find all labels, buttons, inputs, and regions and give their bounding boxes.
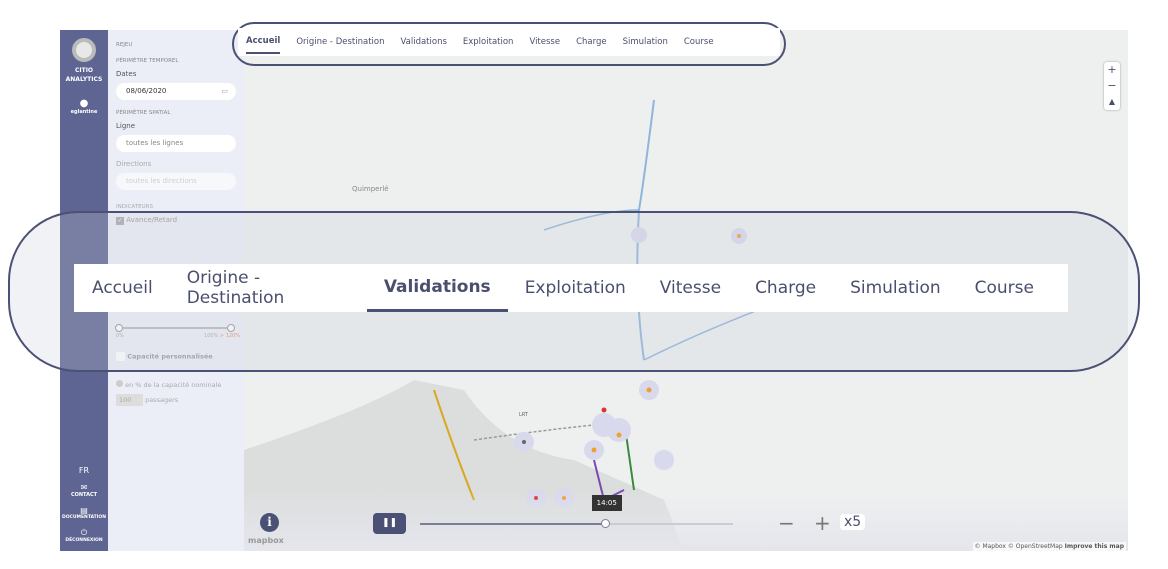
passengers-label: passagers — [145, 396, 179, 404]
logout-label: DÉCONNEXION — [65, 538, 103, 543]
tab-simulation[interactable]: Simulation — [623, 31, 668, 53]
date-input[interactable]: 08/06/2020 ▭ — [116, 83, 236, 100]
username[interactable]: eglantine — [60, 109, 108, 115]
mapbox-logo[interactable]: mapbox — [248, 536, 284, 545]
tab-validations[interactable]: Validations — [366, 264, 508, 312]
speed-up-button[interactable]: + — [814, 511, 831, 535]
percent-radio[interactable]: en % de la capacité nominale — [116, 380, 221, 389]
speed-down-button[interactable]: − — [778, 511, 795, 535]
speed-value: x5 — [840, 514, 866, 530]
passengers-input[interactable]: 100 — [116, 394, 143, 406]
tab-exploitation[interactable]: Exploitation — [525, 264, 626, 312]
time-slider[interactable]: 14:05 — [420, 495, 733, 528]
map-attribution: © Mapbox © OpenStreetMap Improve this ma… — [972, 542, 1126, 551]
power-icon: ⏻ — [80, 528, 88, 537]
time-slider-handle[interactable] — [600, 519, 610, 528]
tab-origine-destination[interactable]: Origine - Destination — [296, 31, 384, 53]
tab-simulation[interactable]: Simulation — [850, 264, 941, 312]
tab-validations[interactable]: Validations — [400, 31, 446, 53]
tab-accueil[interactable]: Accueil — [246, 30, 281, 54]
line-select[interactable]: toutes les lignes — [116, 135, 236, 152]
section-time: PÉRIMÈTRE TEMPOREL — [116, 58, 179, 64]
brand-line1: CITIO — [74, 67, 94, 74]
compass-icon[interactable]: ▲ — [1104, 94, 1120, 110]
map-nav-control: + − ▲ — [1104, 62, 1120, 110]
attribution-text[interactable]: © Mapbox © OpenStreetMap — [975, 543, 1063, 550]
pause-button[interactable]: ❚❚ — [373, 513, 406, 534]
zoom-in-button[interactable]: + — [1104, 62, 1120, 78]
dates-label: Dates — [116, 70, 137, 78]
zoom-out-button[interactable]: − — [1104, 78, 1120, 94]
language-switch[interactable]: FR — [60, 466, 108, 475]
time-slider-fill — [420, 523, 605, 525]
brand-line2: ANALYTICS — [65, 76, 103, 83]
contact-link[interactable]: ✉ CONTACT — [60, 483, 108, 498]
logout-link[interactable]: ⏻ DÉCONNEXION — [60, 528, 108, 543]
tab-vitesse[interactable]: Vitesse — [529, 31, 560, 53]
tab-bar-magnified: Accueil Origine - Destination Validations E… — [74, 264, 1068, 312]
place-label-quimperle: Quimperlé — [352, 185, 389, 193]
section-indicators: INDICATEURS — [116, 204, 153, 210]
directions-select[interactable]: toutes les directions — [116, 173, 236, 190]
tab-origine-destination[interactable]: Origine - Destination — [187, 264, 350, 312]
tab-course[interactable]: Course — [684, 31, 714, 53]
mail-icon: ✉ — [80, 483, 88, 492]
tab-accueil[interactable]: Accueil — [92, 264, 153, 312]
contact-label: CONTACT — [70, 492, 98, 498]
time-tooltip: 14:05 — [591, 495, 622, 511]
line-label: Ligne — [116, 122, 136, 130]
tab-exploitation[interactable]: Exploitation — [463, 31, 514, 53]
directions-label: Directions — [116, 160, 152, 168]
calendar-icon[interactable]: ▭ — [221, 87, 228, 95]
replay-bar: i mapbox ❚❚ 14:05 − + x5 © Mapbox © Open… — [244, 491, 1128, 551]
user-icon[interactable]: ● — [60, 98, 108, 109]
documentation-label: DOCUMENTATION — [61, 515, 107, 520]
book-icon: ▤ — [80, 506, 88, 515]
tab-vitesse[interactable]: Vitesse — [660, 264, 721, 312]
documentation-link[interactable]: ▤ DOCUMENTATION — [60, 506, 108, 520]
date-value: 08/06/2020 — [126, 87, 167, 95]
tab-bar: Accueil Origine - Destination Validations E… — [238, 28, 780, 56]
tab-charge[interactable]: Charge — [755, 264, 816, 312]
tab-charge[interactable]: Charge — [576, 31, 607, 53]
brand-name: CITIO ANALYTICS — [60, 66, 108, 84]
percent-radio-label: en % de la capacité nominale — [125, 381, 222, 389]
info-icon[interactable]: i — [260, 513, 279, 532]
place-label-lrt: LRT — [519, 412, 528, 418]
tab-course[interactable]: Course — [975, 264, 1034, 312]
improve-map-link[interactable]: Improve this map — [1065, 543, 1124, 550]
section-space: PÉRIMÈTRE SPATIAL — [116, 110, 171, 116]
citio-logo[interactable] — [72, 38, 96, 62]
section-replay: REJEU — [116, 42, 133, 48]
